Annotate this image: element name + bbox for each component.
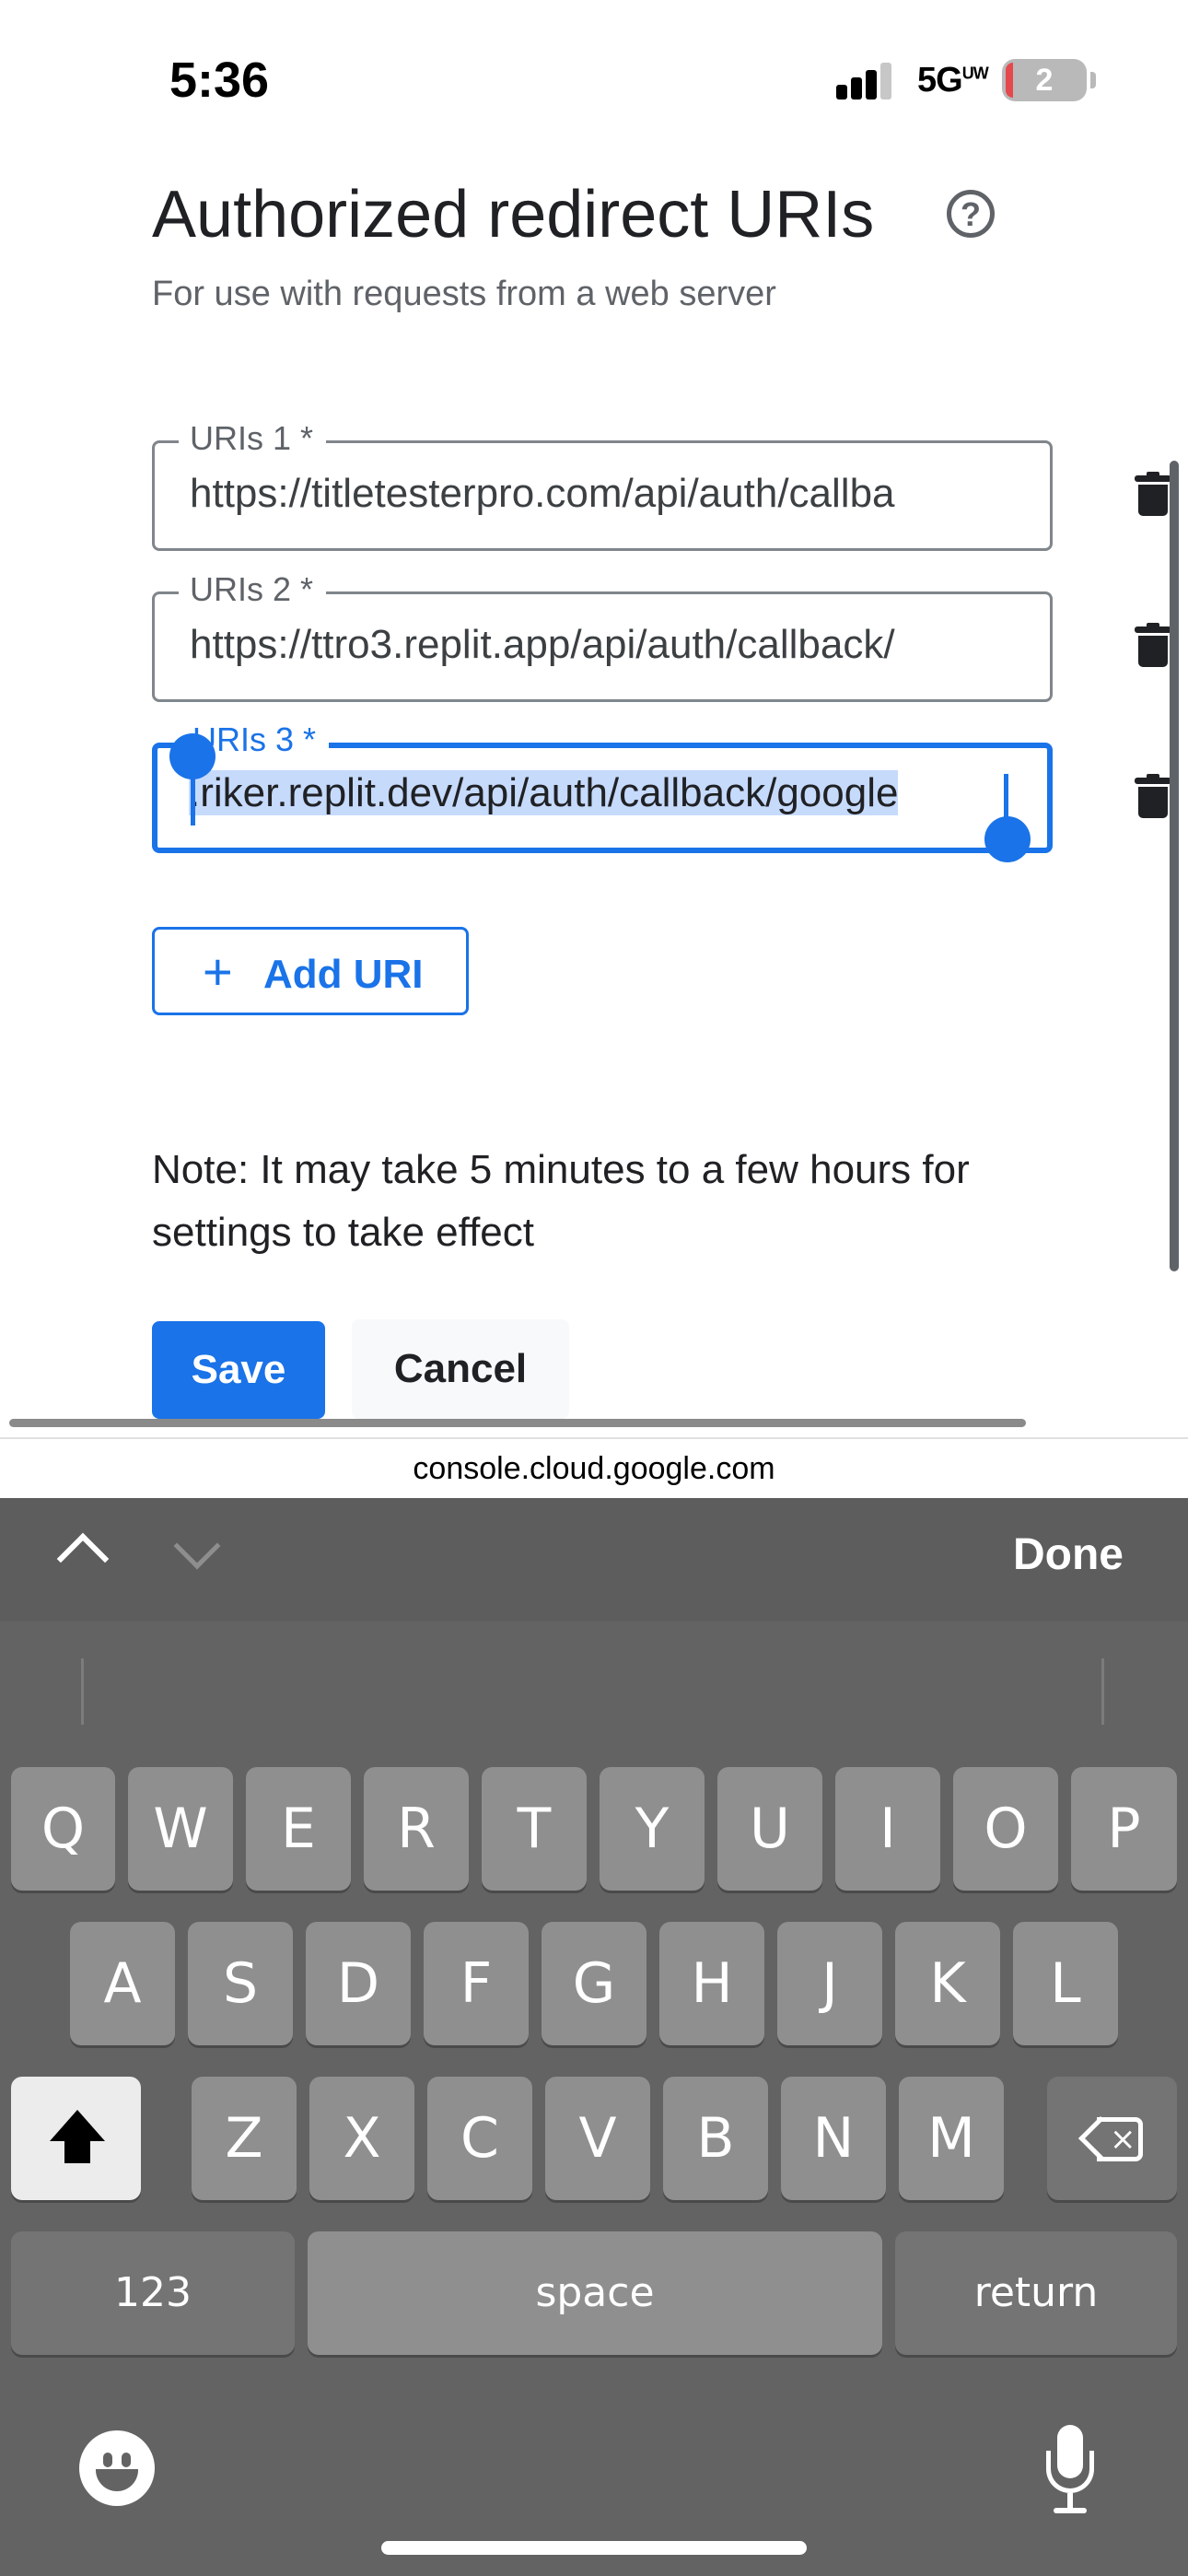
key-u[interactable]: U xyxy=(717,1767,822,1891)
key-b[interactable]: B xyxy=(663,2077,768,2200)
plus-icon: + xyxy=(203,943,233,1001)
delete-uri-1-icon[interactable] xyxy=(1135,472,1171,516)
add-uri-button[interactable]: + Add URI xyxy=(152,927,469,1015)
uri-field-3[interactable]: URIs 3 * .riker.replit.dev/api/auth/call… xyxy=(152,720,1053,853)
return-key[interactable]: return xyxy=(895,2231,1177,2355)
numbers-key[interactable]: 123 xyxy=(11,2231,295,2355)
help-icon[interactable]: ? xyxy=(947,190,995,238)
delete-uri-3-icon[interactable] xyxy=(1135,774,1171,818)
key-c[interactable]: C xyxy=(427,2077,532,2200)
uri-field-value[interactable]: https://titletesterpro.com/api/auth/call… xyxy=(190,471,1015,517)
uri-field-value-selected[interactable]: .riker.replit.dev/api/auth/callback/goog… xyxy=(189,770,1012,816)
key-w[interactable]: W xyxy=(128,1767,233,1891)
home-indicator[interactable] xyxy=(381,2541,807,2555)
keyboard-accessory-bar xyxy=(0,1498,1188,1622)
shift-icon xyxy=(50,2110,105,2141)
key-m[interactable]: M xyxy=(899,2077,1004,2200)
cancel-button[interactable]: Cancel xyxy=(352,1319,569,1419)
selection-end-handle[interactable] xyxy=(984,816,1031,862)
key-y[interactable]: Y xyxy=(600,1767,705,1891)
key-v[interactable]: V xyxy=(545,2077,650,2200)
key-s[interactable]: S xyxy=(188,1922,293,2045)
page-title: Authorized redirect URIs xyxy=(152,178,875,252)
key-d[interactable]: D xyxy=(306,1922,411,2045)
battery-cap xyxy=(1090,72,1096,88)
uri-field-2[interactable]: URIs 2 * https://ttro3.replit.app/api/au… xyxy=(152,570,1053,702)
key-j[interactable]: J xyxy=(777,1922,882,2045)
selection-start-stem xyxy=(191,770,195,825)
key-e[interactable]: E xyxy=(246,1767,351,1891)
uri-field-value[interactable]: https://ttro3.replit.app/api/auth/callba… xyxy=(190,622,1015,668)
key-n[interactable]: N xyxy=(781,2077,886,2200)
status-time: 5:36 xyxy=(169,53,270,108)
uri-field-label: URIs 2 * xyxy=(179,570,327,609)
backspace-key[interactable]: × xyxy=(1047,2077,1177,2200)
cellular-signal-icon xyxy=(836,61,893,100)
key-k[interactable]: K xyxy=(895,1922,1000,2045)
uri-field-label: URIs 1 * xyxy=(179,419,327,458)
key-o[interactable]: O xyxy=(953,1767,1058,1891)
key-q[interactable]: Q xyxy=(11,1767,115,1891)
backspace-icon: × xyxy=(1077,2115,1143,2161)
key-t[interactable]: T xyxy=(482,1767,587,1891)
suggestion-divider xyxy=(81,1658,84,1725)
microphone-icon[interactable] xyxy=(1041,2425,1100,2517)
add-uri-label: Add URI xyxy=(263,952,424,997)
delete-uri-2-icon[interactable] xyxy=(1135,623,1171,667)
horizontal-scrollbar[interactable] xyxy=(9,1419,1026,1427)
shift-key[interactable] xyxy=(11,2077,141,2200)
page-subtitle: For use with requests from a web server xyxy=(152,275,776,313)
key-z[interactable]: Z xyxy=(192,2077,297,2200)
uri-field-1[interactable]: URIs 1 * https://titletesterpro.com/api/… xyxy=(152,419,1053,551)
battery-level: 2 xyxy=(1035,63,1054,98)
vertical-scrollbar[interactable] xyxy=(1170,461,1179,1271)
key-x[interactable]: X xyxy=(309,2077,414,2200)
status-bar: 5:36 5GUW 2 xyxy=(0,0,1188,157)
key-h[interactable]: H xyxy=(659,1922,764,2045)
key-g[interactable]: G xyxy=(542,1922,646,2045)
save-button[interactable]: Save xyxy=(152,1321,325,1419)
browser-url-bar[interactable]: console.cloud.google.com xyxy=(0,1437,1188,1498)
key-a[interactable]: A xyxy=(70,1922,175,2045)
network-type: 5GUW xyxy=(917,61,989,100)
key-f[interactable]: F xyxy=(424,1922,529,2045)
key-r[interactable]: R xyxy=(364,1767,469,1891)
key-p[interactable]: P xyxy=(1071,1767,1177,1891)
key-l[interactable]: L xyxy=(1013,1922,1118,2045)
settings-note: Note: It may take 5 minutes to a few hou… xyxy=(152,1147,970,1255)
emoji-icon[interactable] xyxy=(79,2430,155,2506)
selected-text: .riker.replit.dev/api/auth/callback/goog… xyxy=(189,770,899,815)
key-i[interactable]: I xyxy=(835,1767,940,1891)
battery-icon: 2 xyxy=(1002,59,1087,101)
suggestion-divider xyxy=(1101,1658,1104,1725)
space-key[interactable]: space xyxy=(308,2231,882,2355)
done-button[interactable]: Done xyxy=(1013,1529,1124,1580)
